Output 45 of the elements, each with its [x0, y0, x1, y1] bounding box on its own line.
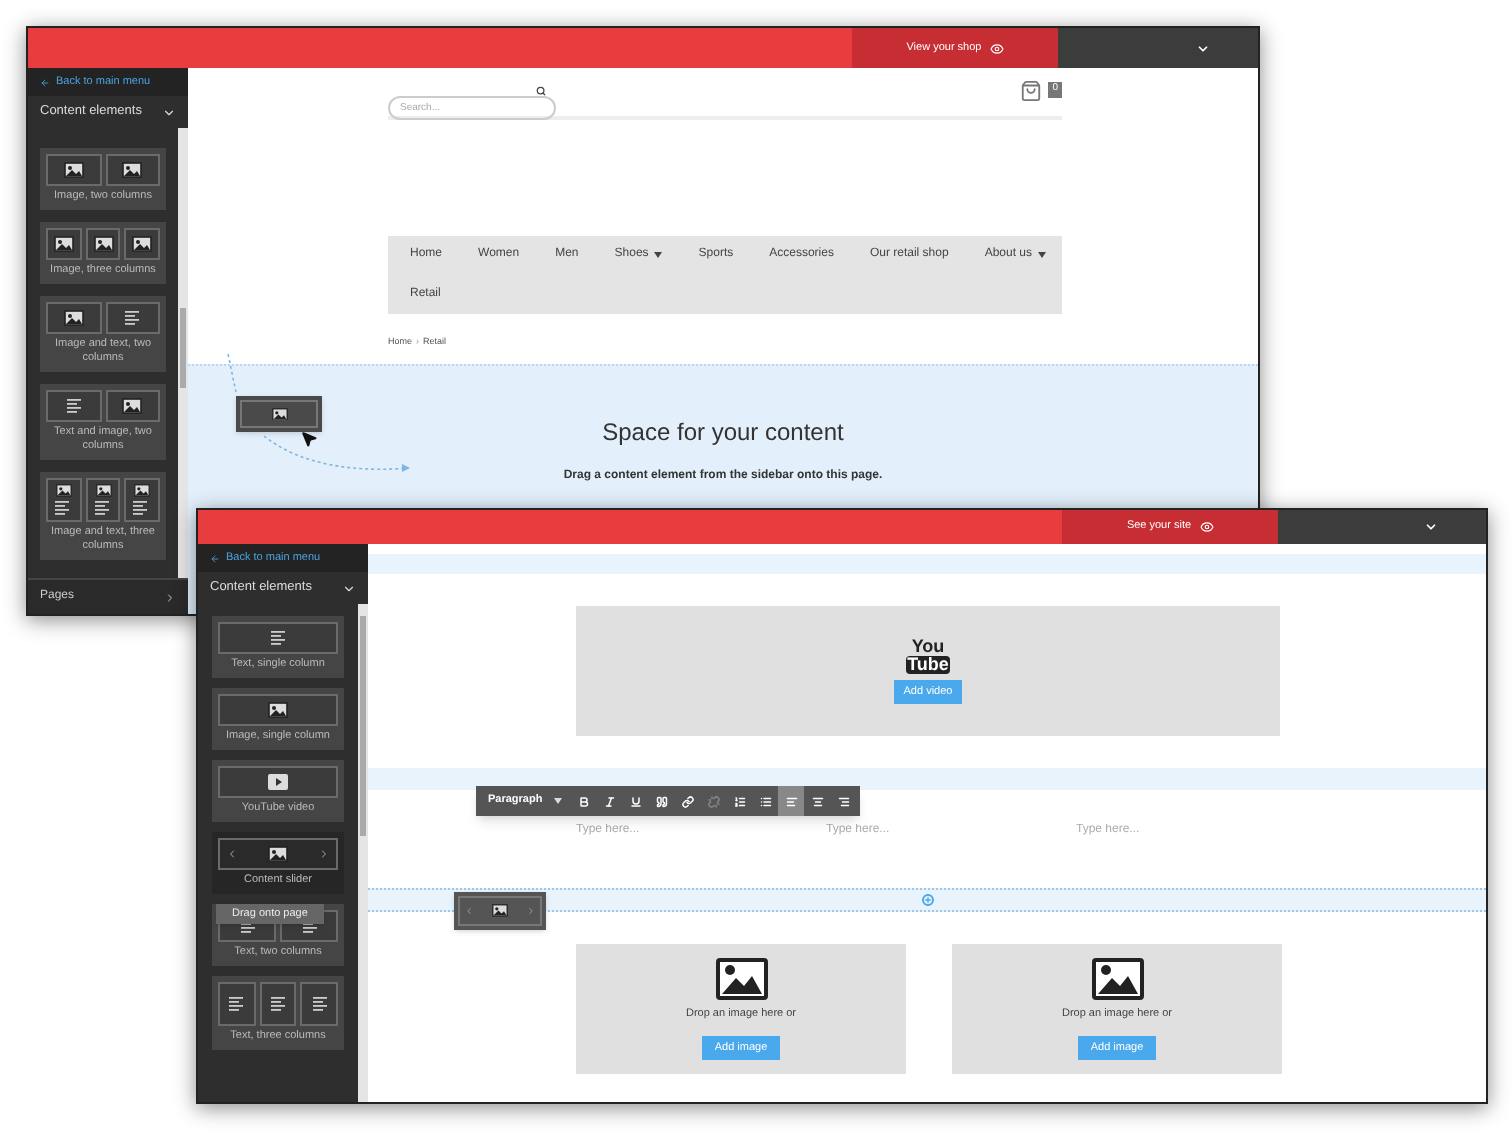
image-placeholder-icon — [1091, 958, 1143, 1001]
image-placeholder-icon — [124, 228, 161, 260]
chevron-down-icon[interactable] — [1196, 41, 1210, 55]
dragged-element[interactable] — [236, 396, 322, 432]
arrow-left-icon[interactable] — [210, 553, 220, 563]
text-lines-icon — [218, 982, 256, 1026]
image-with-text-icon — [46, 478, 82, 522]
align-left-icon[interactable] — [778, 786, 805, 816]
text-lines-icon — [218, 622, 338, 654]
drop-area-title: Space for your content — [602, 415, 844, 450]
slider-icon — [458, 896, 542, 926]
slider-icon — [218, 838, 338, 870]
image-with-text-icon — [124, 478, 161, 522]
chevron-down-icon[interactable] — [1424, 520, 1438, 534]
caret-down-icon[interactable] — [1038, 252, 1047, 259]
text-lines-icon — [105, 302, 160, 334]
image-with-text-icon — [85, 478, 121, 522]
scrollbar[interactable] — [178, 128, 188, 578]
image-placeholder-icon — [105, 154, 160, 186]
text-lines-icon — [259, 982, 297, 1026]
image-placeholder-icon — [271, 407, 287, 421]
text-lines-icon — [300, 982, 339, 1026]
caret-down-icon[interactable] — [654, 252, 663, 259]
image-placeholder-icon — [46, 228, 82, 260]
video-logo: You Tube — [905, 637, 951, 674]
image-placeholder-icon — [46, 154, 101, 186]
shopping-bag-icon[interactable] — [1020, 79, 1043, 101]
image-placeholder-icon — [105, 390, 160, 422]
caret-down-icon — [554, 798, 563, 804]
text-lines-icon — [46, 390, 101, 422]
chevron-down-icon — [342, 581, 356, 595]
search-icon[interactable] — [536, 85, 546, 95]
chevron-down-icon — [162, 105, 176, 119]
image-placeholder-icon — [85, 228, 121, 260]
chevron-right-icon — [164, 591, 176, 603]
eye-icon[interactable] — [989, 41, 1004, 55]
cursor-icon — [300, 430, 318, 448]
image-placeholder-icon — [218, 694, 338, 726]
eye-icon[interactable] — [1199, 520, 1214, 534]
dragged-element[interactable] — [454, 892, 546, 930]
image-placeholder-icon — [715, 958, 767, 1001]
image-placeholder-icon — [46, 302, 101, 334]
arrow-left-icon[interactable] — [40, 77, 50, 87]
play-icon — [218, 766, 338, 798]
scrollbar[interactable] — [358, 604, 368, 1102]
